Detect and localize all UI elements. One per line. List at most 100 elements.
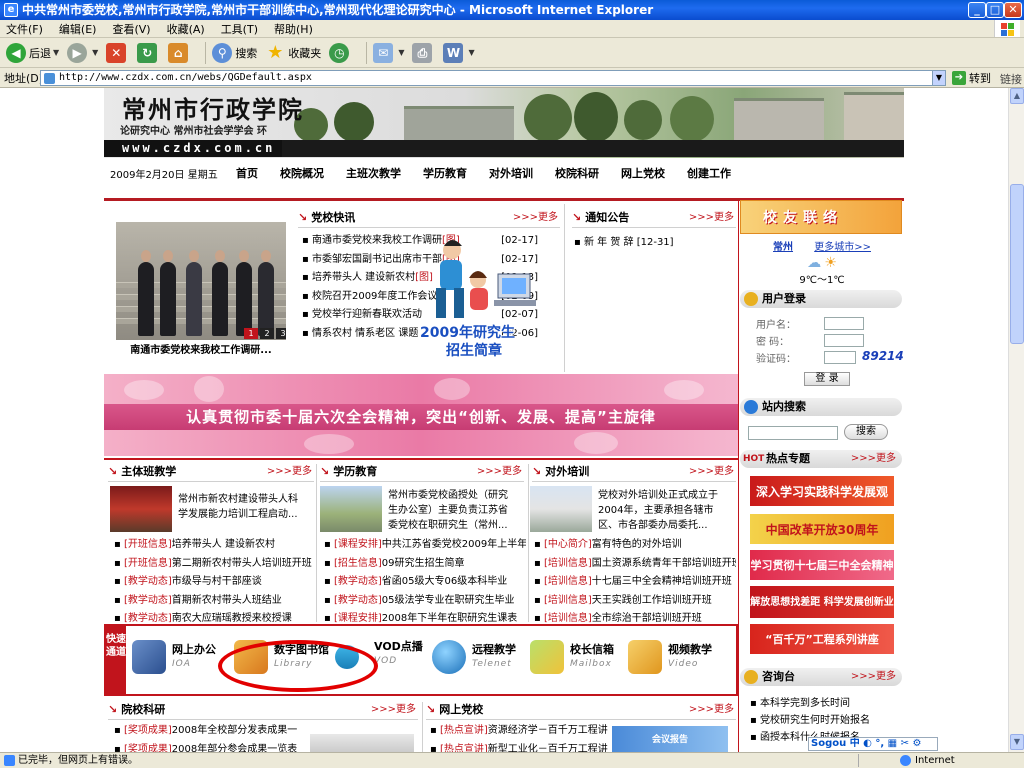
list-item[interactable]: ▪ [教学动态]首期新农村带头人班结业: [114, 592, 318, 611]
list-item[interactable]: ▪ [培训信息]天王实践创工作培训班开班: [534, 592, 736, 611]
consult-item[interactable]: ▪ 党校研究生何时开始报名: [750, 711, 870, 726]
list-item[interactable]: ▪ [课程安排]中共江苏省委党校2009年上半年在职: [324, 536, 526, 555]
list-item[interactable]: ▪ [培训信息]国土资源系统青年干部培训班开班: [534, 555, 736, 574]
menu-edit[interactable]: 编辑(E): [59, 21, 97, 37]
list-item[interactable]: ▪ [开班信息]第二期新农村带头人培训班开班: [114, 555, 318, 574]
go-button[interactable]: ➔ 转到: [952, 70, 991, 86]
hot-topics-more-link[interactable]: >>>更多: [851, 450, 896, 468]
close-button[interactable]: ✕: [1004, 2, 1022, 18]
degree-blurb[interactable]: 常州市委党校函授处（研究生办公室）主要负责江苏省委党校在职研究生（常州...: [388, 488, 516, 533]
quick-link-vod[interactable]: VOD点播 VOD: [374, 640, 423, 668]
photo-page-1[interactable]: 1: [244, 328, 258, 339]
vertical-scrollbar[interactable]: ▲ ▼: [1008, 88, 1024, 752]
nav-home[interactable]: 首页: [236, 165, 258, 181]
main-class-more-link[interactable]: >>>更多: [267, 462, 312, 482]
hot-topic-4[interactable]: 解放思想找差距 科学发展创新业: [750, 586, 894, 618]
research-more-link[interactable]: >>>更多: [371, 700, 416, 720]
favorites-button[interactable]: ★ 收藏夹: [265, 42, 321, 63]
username-input[interactable]: [824, 317, 864, 330]
list-item[interactable]: ▪ [教学动态]市级导与村干部座谈: [114, 573, 318, 592]
list-item[interactable]: ▪ [热点宣讲]资源经济学－百千万工程讲座: [430, 722, 608, 741]
list-item[interactable]: ▪ [中心简介]富有特色的对外培训: [534, 536, 736, 555]
list-item[interactable]: ▪ [奖项成果]2008年全校部分发表成果一: [114, 722, 314, 741]
hot-topic-1[interactable]: 深入学习实践科学发展观: [750, 476, 894, 506]
menu-file[interactable]: 文件(F): [6, 21, 43, 37]
quick-link-remote[interactable]: 远程教学 Telenet: [432, 640, 516, 674]
forward-button[interactable]: ▶ ▼: [67, 42, 98, 63]
menu-tools[interactable]: 工具(T): [221, 21, 258, 37]
menu-favorites[interactable]: 收藏(A): [167, 21, 205, 37]
consult-item[interactable]: ▪ 本科学完到多长时间: [750, 694, 850, 709]
sogou-ime-bar[interactable]: Sogou 中 ◐ °, ▦ ✂ ⚙: [808, 737, 938, 751]
site-search-input[interactable]: [748, 426, 838, 440]
alumni-contact-banner[interactable]: 校友联络: [740, 200, 902, 234]
photo-caption[interactable]: 南通市委党校来我校工作调研...: [116, 341, 286, 356]
list-item[interactable]: ▪ [热点宣讲]新型工业化－百千万工程讲座: [430, 741, 608, 753]
list-item[interactable]: ▪ [奖项成果]2008年部分参会成果一览表: [114, 741, 314, 753]
address-dropdown-button[interactable]: ▼: [932, 70, 946, 86]
slogan-text: 认真贯彻市委十届六次全会精神，突出“创新、发展、提高”主旋律: [186, 408, 656, 426]
hot-topic-5[interactable]: “百千万”工程系列讲座: [750, 624, 894, 654]
history-button[interactable]: ◷: [329, 42, 352, 63]
hot-topic-3[interactable]: 学习贯彻十七届三中全会精神: [750, 550, 894, 580]
weather-more-link[interactable]: 更多城市>>: [814, 242, 871, 253]
nav-online[interactable]: 网上党校: [621, 165, 665, 181]
quick-link-video[interactable]: 视频教学 Video: [628, 640, 712, 674]
school-news-more-link[interactable]: >>>更多: [513, 208, 558, 228]
quick-link-mailbox[interactable]: 校长信箱 Mailbox: [530, 640, 614, 674]
mail-button[interactable]: ✉ ▼: [373, 42, 404, 63]
search-button[interactable]: ⚲ 搜索: [212, 42, 257, 63]
password-input[interactable]: [824, 334, 864, 347]
nav-main-class[interactable]: 主班次教学: [346, 165, 401, 181]
address-input[interactable]: http://www.czdx.com.cn/webs/QGDefault.as…: [40, 70, 946, 86]
back-button[interactable]: ◀ 后退 ▼: [6, 42, 59, 63]
online-school-more-link[interactable]: >>>更多: [689, 700, 734, 720]
scroll-up-button[interactable]: ▲: [1010, 88, 1024, 104]
hot-topic-2[interactable]: 中国改革开放30周年: [750, 514, 894, 544]
nav-external[interactable]: 对外培训: [489, 165, 533, 181]
site-search-button[interactable]: 搜索: [844, 424, 888, 440]
print-button[interactable]: ⎙: [412, 42, 435, 63]
list-item[interactable]: ▪ 新 年 贺 辞 [12-31]: [574, 234, 734, 253]
list-item[interactable]: ▪ [教学动态]省函05级大专06级本科毕业: [324, 573, 526, 592]
external-more-link[interactable]: >>>更多: [689, 462, 734, 482]
refresh-button[interactable]: ↻: [137, 42, 160, 63]
maximize-button[interactable]: □: [986, 2, 1004, 18]
main-class-blurb[interactable]: 常州市新农村建设带头人科学发展能力培训工程启动...: [178, 492, 306, 522]
edit-button[interactable]: W ▼: [443, 42, 475, 63]
menu-view[interactable]: 查看(V): [112, 21, 150, 37]
main-class-thumbnail[interactable]: [110, 486, 172, 532]
consult-more-link[interactable]: >>>更多: [851, 668, 896, 686]
list-item[interactable]: ▪ [招生信息]09研究生招生简章: [324, 555, 526, 574]
minimize-button[interactable]: _: [968, 2, 986, 18]
links-button[interactable]: 链接: [1000, 71, 1022, 87]
nav-create[interactable]: 创建工作: [687, 165, 731, 181]
research-thumbnail[interactable]: [310, 734, 414, 752]
scroll-down-button[interactable]: ▼: [1010, 734, 1024, 750]
printer-icon: ⎙: [412, 42, 433, 63]
list-item[interactable]: ▪ [教学动态]05级法学专业在职研究生毕业: [324, 592, 526, 611]
external-blurb[interactable]: 党校对外培训处正式成立于2004年，主要承担各辖市区、市各部委办局委托...: [598, 488, 726, 533]
photo-page-2[interactable]: 2: [260, 328, 274, 339]
external-thumbnail[interactable]: [530, 486, 592, 532]
graduate-ad-overlay[interactable]: 2009年研究生 招生简章: [414, 238, 544, 359]
notice-more-link[interactable]: >>>更多: [689, 208, 734, 228]
quick-link-office[interactable]: 网上办公 IOA: [132, 640, 216, 674]
nav-degree[interactable]: 学历教育: [423, 165, 467, 181]
degree-more-link[interactable]: >>>更多: [477, 462, 522, 482]
online-school-banner[interactable]: 会议报告: [612, 726, 728, 752]
photo-page-3[interactable]: 3: [276, 328, 286, 339]
menu-help[interactable]: 帮助(H): [274, 21, 313, 37]
home-button[interactable]: ⌂: [168, 42, 191, 63]
captcha-input[interactable]: [824, 351, 856, 364]
weather-city-link[interactable]: 常州: [773, 242, 793, 253]
stop-button[interactable]: ✕: [106, 42, 129, 63]
list-item[interactable]: ▪ [培训信息]十七届三中全会精神培训班开班: [534, 573, 736, 592]
nav-about[interactable]: 校院概况: [280, 165, 324, 181]
list-item[interactable]: ▪ [开班信息]培养带头人 建设新农村: [114, 536, 318, 555]
nav-research[interactable]: 校院科研: [555, 165, 599, 181]
scrollbar-thumb[interactable]: [1010, 184, 1024, 344]
degree-thumbnail[interactable]: [320, 486, 382, 532]
login-button[interactable]: 登 录: [804, 372, 850, 386]
news-photo[interactable]: 1 2 3: [116, 222, 286, 340]
